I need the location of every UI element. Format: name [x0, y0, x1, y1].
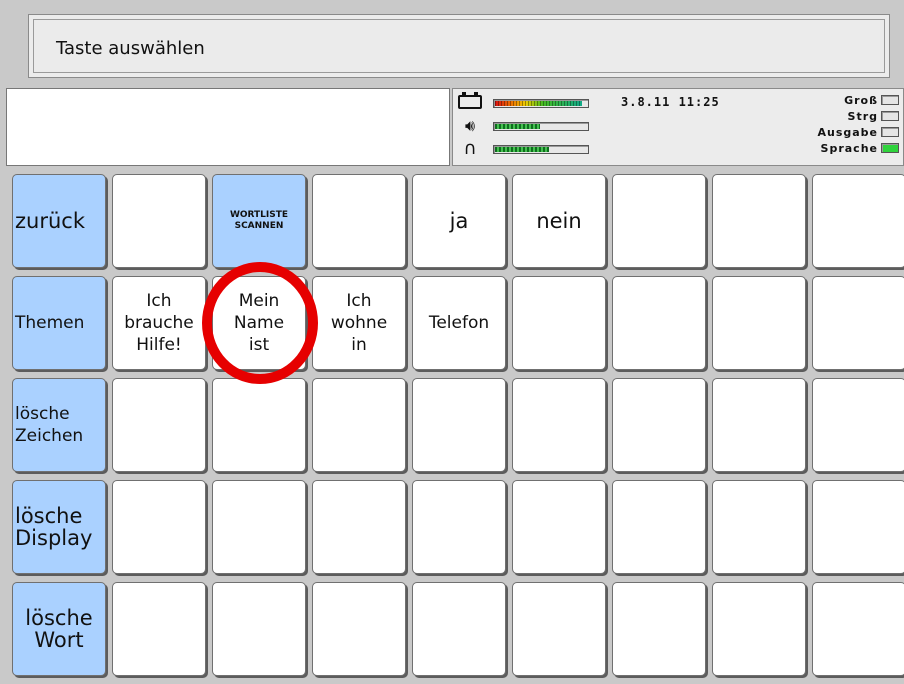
indicator-label: Sprache [820, 141, 878, 155]
key-empty[interactable] [612, 582, 706, 676]
key-loesche-zeichen[interactable]: lösche Zeichen [12, 378, 106, 472]
indicator-strg: Strg [848, 109, 899, 123]
key-label: WORTLISTE SCANNEN [229, 210, 289, 231]
key-label: nein [536, 209, 582, 233]
key-wortliste-scannen[interactable]: WORTLISTE SCANNEN [212, 174, 306, 268]
key-empty[interactable] [612, 174, 706, 268]
indicator-sprache: Sprache [821, 141, 899, 155]
battery-icon [458, 92, 482, 109]
key-mein-name-ist[interactable]: Mein Name ist [212, 276, 306, 370]
key-empty[interactable] [512, 378, 606, 472]
datetime: 3.8.11 11:25 [621, 95, 720, 109]
key-empty[interactable] [112, 378, 206, 472]
key-empty[interactable] [812, 480, 904, 574]
headphone-level-bar[interactable] [493, 145, 589, 154]
title-text: Taste auswählen [56, 38, 205, 59]
key-empty[interactable] [812, 174, 904, 268]
key-empty[interactable] [512, 480, 606, 574]
key-empty[interactable] [112, 480, 206, 574]
key-loesche-wort[interactable]: lösche Wort [12, 582, 106, 676]
key-themen[interactable]: Themen [12, 276, 106, 370]
key-label: Mein Name ist [233, 291, 285, 355]
key-label: Ich brauche Hilfe! [124, 291, 194, 355]
key-empty[interactable] [712, 378, 806, 472]
indicator-label: Ausgabe [817, 125, 878, 139]
key-empty[interactable] [412, 378, 506, 472]
key-empty[interactable] [312, 480, 406, 574]
key-empty[interactable] [812, 582, 904, 676]
key-empty[interactable] [512, 276, 606, 370]
key-zurueck[interactable]: zurück [12, 174, 106, 268]
key-empty[interactable] [312, 174, 406, 268]
indicator-gross: Groß [844, 93, 899, 107]
indicator-box [881, 127, 899, 137]
key-label: Telefon [428, 313, 490, 333]
key-ja[interactable]: ja [412, 174, 506, 268]
key-label: lösche Display [15, 504, 93, 550]
key-label: lösche Wort [25, 606, 93, 652]
headphones-icon: ∩ [463, 138, 477, 159]
indicator-ausgabe: Ausgabe [817, 125, 899, 139]
indicator-box [881, 143, 899, 153]
key-empty[interactable] [712, 174, 806, 268]
volume-level-bar[interactable] [493, 122, 589, 131]
key-empty[interactable] [612, 276, 706, 370]
headphone-level-fill [495, 147, 550, 152]
battery-level-fill [495, 101, 583, 106]
indicator-label: Strg [847, 109, 878, 123]
key-empty[interactable] [112, 174, 206, 268]
message-display[interactable] [6, 88, 450, 166]
battery-level-bar [493, 99, 589, 108]
key-empty[interactable] [412, 480, 506, 574]
key-empty[interactable] [212, 582, 306, 676]
key-empty[interactable] [712, 480, 806, 574]
key-label: lösche Zeichen [15, 404, 84, 446]
key-empty[interactable] [312, 378, 406, 472]
key-ich-brauche-hilfe[interactable]: Ich brauche Hilfe! [112, 276, 206, 370]
indicator-box [881, 111, 899, 121]
key-nein[interactable]: nein [512, 174, 606, 268]
key-grid: zurück WORTLISTE SCANNEN ja nein Themen … [12, 174, 904, 676]
key-empty[interactable] [612, 480, 706, 574]
indicator-label: Groß [844, 93, 878, 107]
volume-level-fill [495, 124, 540, 129]
key-empty[interactable] [712, 276, 806, 370]
key-label: zurück [15, 209, 85, 233]
status-panel: 🔊︎ ∩ 3.8.11 11:25 Groß Strg Ausgabe Spra… [452, 88, 904, 166]
key-empty[interactable] [412, 582, 506, 676]
key-empty[interactable] [812, 276, 904, 370]
key-label: Themen [15, 313, 85, 333]
key-label: Ich wohne in [330, 291, 388, 355]
title-bar: Taste auswählen [28, 14, 890, 78]
key-empty[interactable] [312, 582, 406, 676]
speaker-icon: 🔊︎ [464, 116, 476, 135]
key-ich-wohne-in[interactable]: Ich wohne in [312, 276, 406, 370]
key-empty[interactable] [812, 378, 904, 472]
key-telefon[interactable]: Telefon [412, 276, 506, 370]
key-label: ja [449, 209, 469, 233]
key-empty[interactable] [212, 378, 306, 472]
indicator-box [881, 95, 899, 105]
key-empty[interactable] [112, 582, 206, 676]
title-bar-inner: Taste auswählen [33, 19, 885, 73]
key-loesche-display[interactable]: lösche Display [12, 480, 106, 574]
key-empty[interactable] [212, 480, 306, 574]
key-empty[interactable] [712, 582, 806, 676]
key-empty[interactable] [512, 582, 606, 676]
key-empty[interactable] [612, 378, 706, 472]
